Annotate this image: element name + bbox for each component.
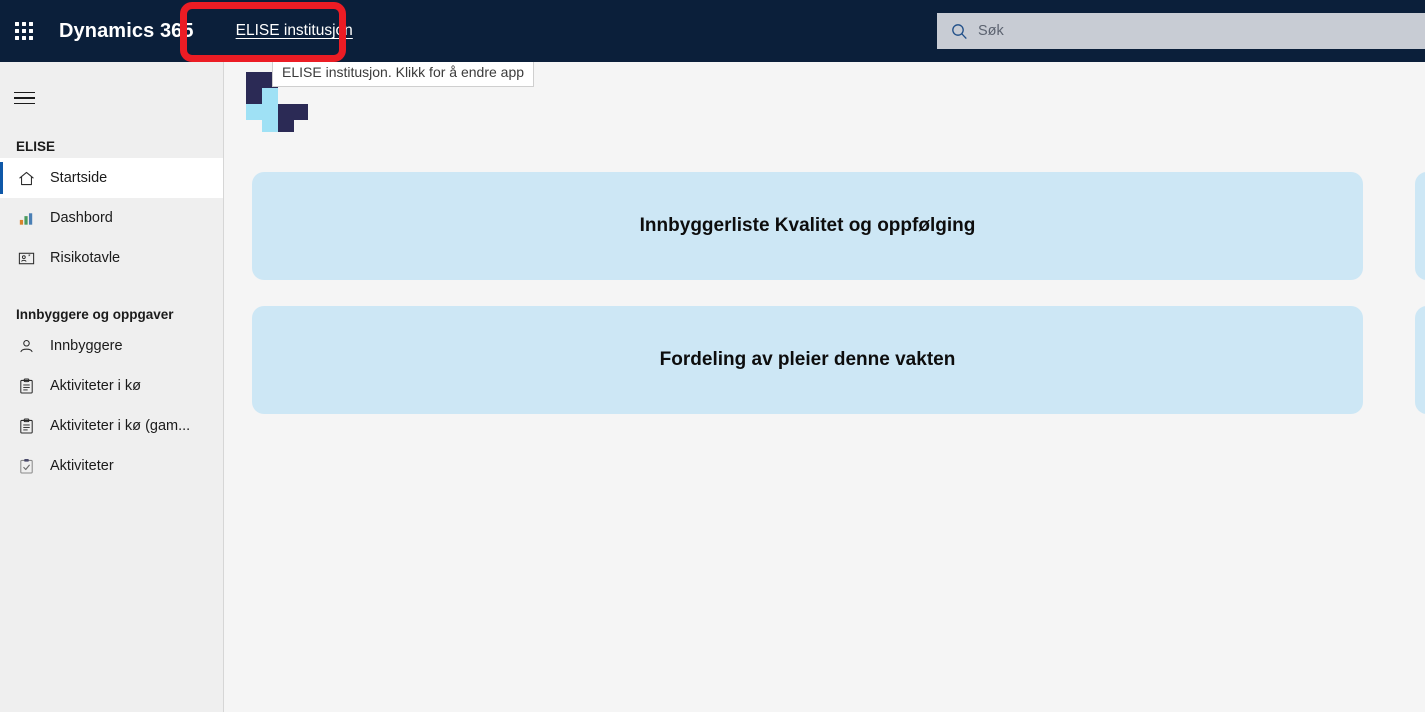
sidebar-item-dashbord[interactable]: Dashbord [0, 198, 223, 238]
sidebar-item-label: Risikotavle [50, 250, 121, 266]
sidebar-item-label: Aktiviteter i kø [50, 378, 142, 394]
card-overflow-right-row2[interactable] [1415, 306, 1425, 414]
card-title: Fordeling av pleier denne vakten [659, 349, 956, 370]
sidebar-group-title-innbyggere: Innbyggere og oppgaver [16, 307, 174, 322]
sidebar-item-label: Aktiviteter i kø (gam... [50, 418, 191, 434]
hamburger-menu-icon[interactable] [0, 76, 48, 120]
top-command-bar: Dynamics 365 ELISE institusjon [0, 0, 1425, 62]
bar-chart-icon [16, 208, 36, 228]
brand-title[interactable]: Dynamics 365 [59, 20, 194, 43]
sidebar-item-label: Innbyggere [50, 338, 123, 354]
card-row: Fordeling av pleier denne vakten [224, 306, 1425, 440]
app-name-container: ELISE institusjon [236, 0, 353, 62]
card-title: Innbyggerliste Kvalitet og oppfølging [639, 215, 976, 236]
sidebar-item-startside[interactable]: Startside [0, 158, 223, 198]
search-input[interactable] [978, 16, 1418, 46]
search-box[interactable] [937, 13, 1425, 49]
sidebar-item-risikotavle[interactable]: * Risikotavle [0, 238, 223, 278]
home-icon [16, 168, 36, 188]
sidebar-item-aktiviteter[interactable]: Aktiviteter [0, 446, 223, 486]
sidebar-navigation: ELISE Startside Dashbord * Risikotavle I… [0, 62, 224, 712]
clipboard-lines-icon [16, 416, 36, 436]
app-name-link[interactable]: ELISE institusjon [236, 22, 353, 40]
card-fordeling-av-pleier-denne-vakten[interactable]: Fordeling av pleier denne vakten [252, 306, 1363, 414]
id-card-icon: * [16, 248, 36, 268]
sidebar-group-title-elise: ELISE [16, 139, 56, 154]
sidebar-item-aktiviteter-i-ko[interactable]: Aktiviteter i kø [0, 366, 223, 406]
sidebar-item-label: Dashbord [50, 210, 113, 226]
card-row: Innbyggerliste Kvalitet og oppfølging [224, 172, 1425, 306]
person-icon [16, 336, 36, 356]
sidebar-item-label: Aktiviteter [50, 458, 114, 474]
clipboard-check-icon [16, 456, 36, 476]
app-launcher-grid-icon [15, 22, 33, 40]
search-icon [952, 23, 967, 39]
svg-text:*: * [28, 253, 31, 260]
app-launcher-button[interactable] [0, 0, 48, 62]
dashboard-card-grid: Innbyggerliste Kvalitet og oppfølging Fo… [224, 172, 1425, 440]
main-content-area: ELISE institusjon. Klikk for å endre app… [224, 62, 1425, 712]
card-overflow-right-row1[interactable] [1415, 172, 1425, 280]
sidebar-item-label: Startside [50, 170, 108, 186]
sidebar-item-innbyggere[interactable]: Innbyggere [0, 326, 223, 366]
clipboard-lines-icon [16, 376, 36, 396]
sidebar-item-aktiviteter-i-ko-gammel[interactable]: Aktiviteter i kø (gam... [0, 406, 223, 446]
card-innbyggerliste-kvalitet-og-oppfolging[interactable]: Innbyggerliste Kvalitet og oppfølging [252, 172, 1363, 280]
app-switcher-tooltip: ELISE institusjon. Klikk for å endre app [272, 62, 535, 87]
